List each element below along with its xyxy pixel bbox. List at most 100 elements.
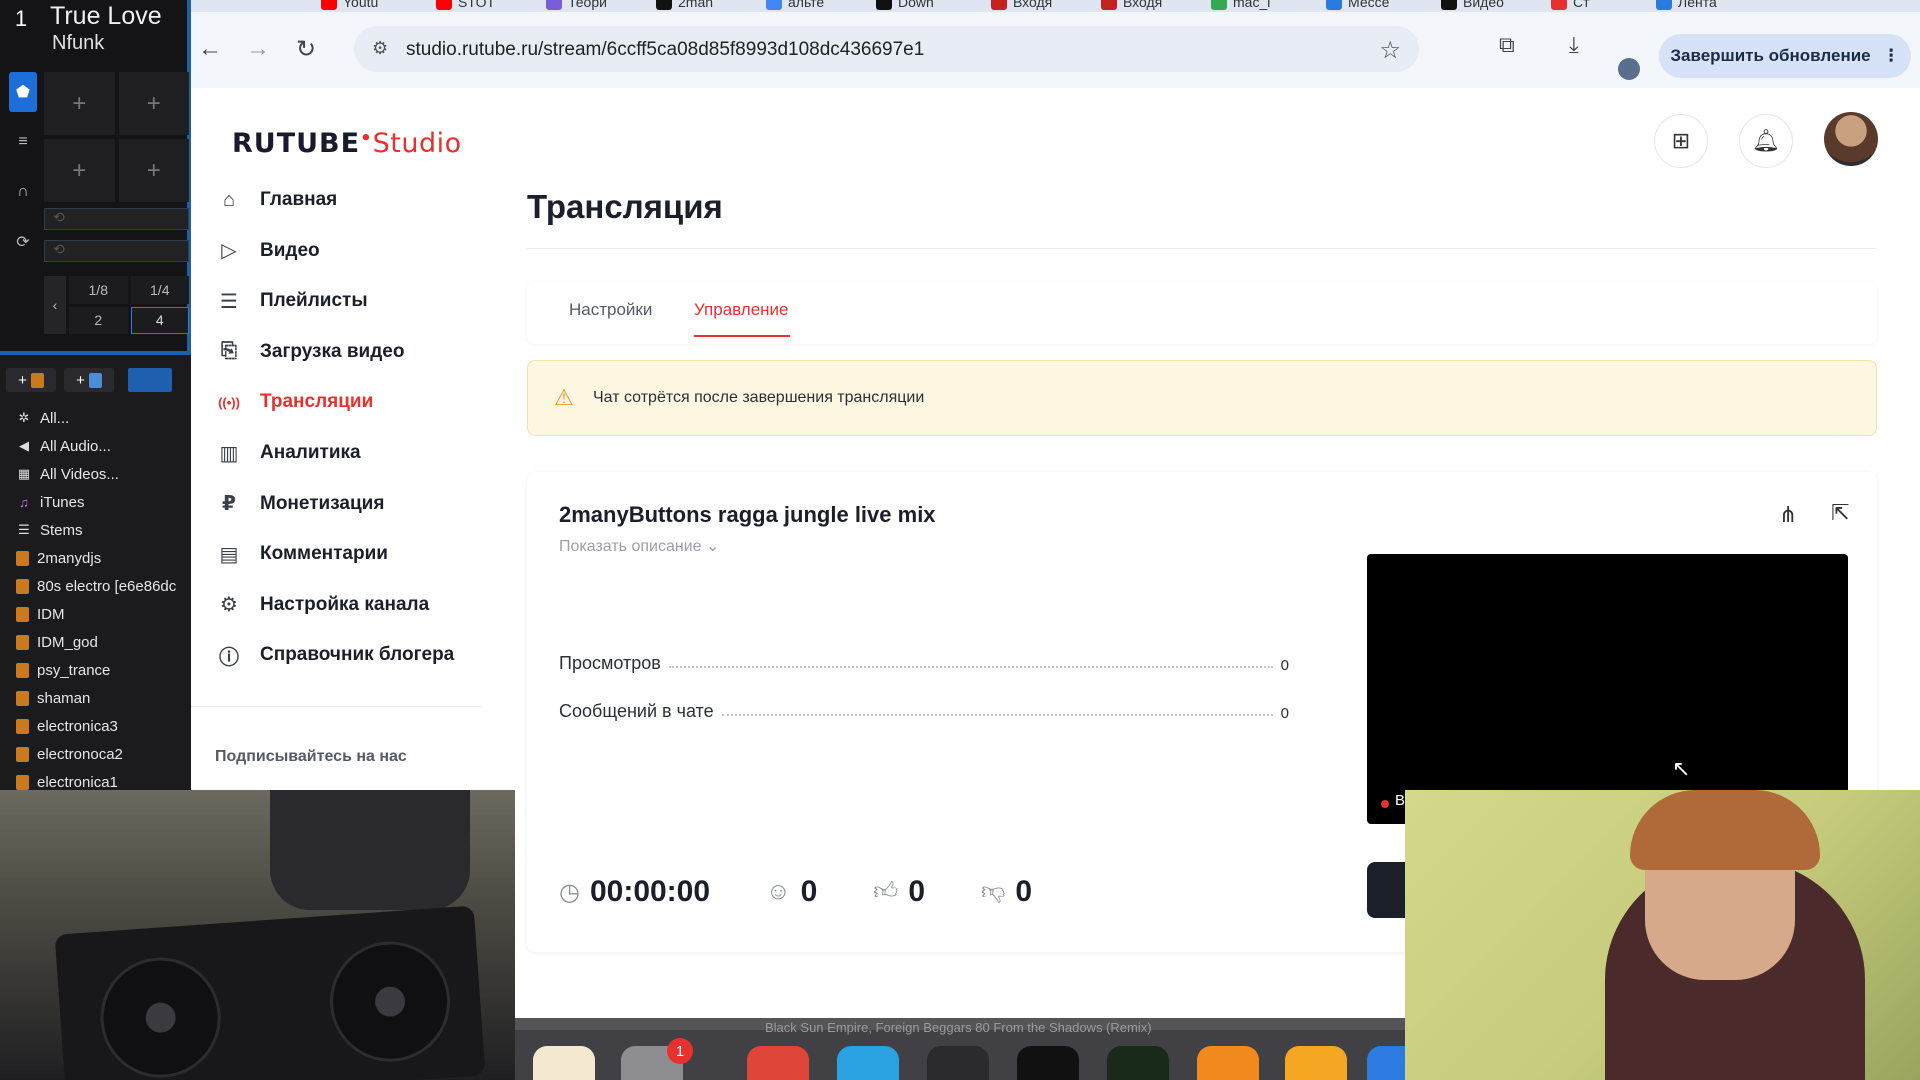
library-item[interactable]: ☰ Stems [0, 516, 191, 544]
library-item-label: All Videos... [40, 465, 119, 483]
library-item[interactable]: ◀ All Audio... [0, 432, 191, 460]
sidebar-item[interactable]: ▥ Аналитика [216, 433, 361, 473]
hotcue-pad[interactable]: + [118, 139, 189, 202]
dock-app-activity-monitor[interactable] [1107, 1046, 1169, 1080]
stat-value: 0 [1280, 705, 1289, 722]
beat-size[interactable]: 1/4 [130, 276, 189, 304]
reload-button[interactable]: ↻ [291, 34, 321, 64]
itunes-icon: ♫ [19, 494, 29, 510]
sidebar-item[interactable]: ⚙ Настройка канала [216, 585, 429, 625]
sidebar-item[interactable]: ₽ Монетизация [216, 484, 384, 524]
library-item[interactable]: 2manydjs [0, 544, 191, 572]
dock-app-sublime[interactable] [1285, 1046, 1347, 1080]
download-icon[interactable]: ⤓ [1569, 32, 1579, 58]
logo-main: RUTUBE [232, 128, 361, 159]
extensions-icon[interactable]: ⧉ [1499, 32, 1515, 58]
library-item[interactable]: ♫ iTunes [0, 488, 191, 516]
browser-tab[interactable]: Входя [991, 0, 1052, 12]
sidebar-item[interactable]: ▷ Видео [216, 231, 319, 271]
share-icon[interactable]: ⋔ [1779, 502, 1797, 528]
plus-square-icon: ⊞ [1671, 128, 1691, 153]
add-content-button[interactable]: ⊞ [1654, 114, 1708, 168]
library-item[interactable]: shaman [0, 684, 191, 712]
hotcue-pad[interactable]: + [118, 72, 189, 135]
dock-app-freeform[interactable] [533, 1046, 595, 1080]
rutube-studio-logo[interactable]: RUTUBE•Studio [232, 128, 462, 159]
browser-tab[interactable]: Входя [1101, 0, 1162, 12]
browser-tab[interactable]: 2man [656, 0, 713, 12]
tab-favicon-icon [1211, 0, 1227, 10]
tab-control[interactable]: Управление [694, 300, 789, 320]
open-external-icon[interactable]: ⇱ [1831, 500, 1849, 526]
dock-app-piano[interactable] [927, 1046, 989, 1080]
live-label: В [1395, 792, 1406, 809]
sidebar-item[interactable]: ⎘ Загрузка видео [216, 332, 404, 372]
library-item[interactable]: electronica3 [0, 712, 191, 740]
library-item[interactable]: electronica1 [0, 768, 191, 790]
browser-tab[interactable]: Youtu [321, 0, 378, 12]
profile-icon[interactable] [1618, 58, 1640, 80]
deck-side-toolbar: ⬟ ≡ ∩ ⟳ [7, 72, 39, 352]
browser-tab[interactable]: STOT [436, 0, 495, 12]
view-toggle-button[interactable] [128, 368, 172, 392]
headphones-icon[interactable]: ∩ [9, 172, 37, 212]
beat-size[interactable]: 2 [69, 306, 128, 334]
loop-icon[interactable]: ⟳ [9, 222, 37, 262]
tab-label: Down [898, 0, 934, 10]
hotcue-pad[interactable]: + [44, 72, 115, 135]
browser-tab[interactable]: mac_i [1211, 0, 1270, 12]
update-label: Завершить обновление [1670, 46, 1871, 65]
sidebar-item[interactable]: ▤ Комментарии [216, 534, 388, 574]
tab-favicon-icon [766, 0, 782, 10]
hotcue-pad[interactable]: + [44, 139, 115, 202]
library-item[interactable]: ✲ All... [0, 404, 191, 432]
address-bar[interactable]: ⚙ studio.rutube.ru/stream/6ccff5ca08d85f… [354, 26, 1419, 72]
sidebar-item[interactable]: ☰ Плейлисты [216, 281, 368, 321]
dock-app-terminal[interactable] [1017, 1046, 1079, 1080]
info-icon: ⓘ [219, 646, 239, 669]
loop-slot[interactable]: ⟲ [44, 240, 189, 262]
bookmark-star-icon[interactable]: ☆ [1379, 36, 1401, 65]
dock-app-telegram[interactable] [837, 1046, 899, 1080]
sidebar-item[interactable]: ((•)) Трансляции [216, 382, 373, 422]
sidebar-item[interactable]: ⓘ Справочник блогера [216, 635, 454, 675]
browser-tab[interactable]: Лента [1656, 0, 1717, 12]
beat-size[interactable]: 1/8 [69, 276, 128, 304]
notifications-button[interactable]: 🔔︎ [1739, 114, 1793, 168]
dock-app-chrome[interactable] [747, 1046, 809, 1080]
add-smart-crate-button[interactable]: + [64, 368, 114, 392]
library-item[interactable]: 80s electro [e6e86dc [0, 572, 191, 600]
user-avatar[interactable] [1824, 112, 1878, 166]
library-item[interactable]: electronoca2 [0, 740, 191, 768]
list-icon[interactable]: ≡ [9, 122, 37, 162]
sidebar-item[interactable]: ⌂ Главная [216, 180, 337, 220]
beat-prev-button[interactable]: ‹ [44, 276, 66, 334]
library-item[interactable]: IDM [0, 600, 191, 628]
site-settings-icon[interactable]: ⚙ [372, 38, 388, 59]
dock-app-vlc[interactable] [1197, 1046, 1259, 1080]
now-playing-strip: Black Sun Empire, Foreign Beggars 80 Fro… [765, 1020, 1152, 1035]
cue-icon[interactable]: ⬟ [9, 72, 37, 112]
browser-tab[interactable]: Теори [546, 0, 607, 12]
tab-settings[interactable]: Настройки [569, 300, 652, 320]
stream-metrics: ◷ 00:00:00 ☺ 0 👍︎ 0 👎︎ 0 [559, 872, 1088, 912]
show-description-toggle[interactable]: Показать описание ⌄ [559, 536, 719, 556]
tab-favicon-icon [546, 0, 562, 10]
library-item[interactable]: ▦ All Videos... [0, 460, 191, 488]
add-crate-button[interactable]: + [6, 368, 56, 392]
webcam-right-streamer [1405, 790, 1920, 1080]
library-item[interactable]: IDM_god [0, 628, 191, 656]
crate-icon [16, 578, 29, 594]
library-item[interactable]: psy_trance [0, 656, 191, 684]
forward-button[interactable]: → [243, 34, 273, 64]
browser-tab[interactable]: Мессе [1326, 0, 1389, 12]
video-player[interactable]: В [1367, 554, 1848, 824]
finish-update-button[interactable]: Завершить обновление ⋮ [1659, 34, 1911, 78]
browser-tab[interactable]: Ст [1551, 0, 1590, 12]
loop-slot[interactable]: ⟲ [44, 208, 189, 230]
browser-tab[interactable]: альте [766, 0, 824, 12]
browser-tab[interactable]: Down [876, 0, 934, 12]
beat-size[interactable]: 4 [130, 306, 189, 334]
back-button[interactable]: ← [195, 34, 225, 64]
browser-tab[interactable]: Видео [1441, 0, 1504, 12]
